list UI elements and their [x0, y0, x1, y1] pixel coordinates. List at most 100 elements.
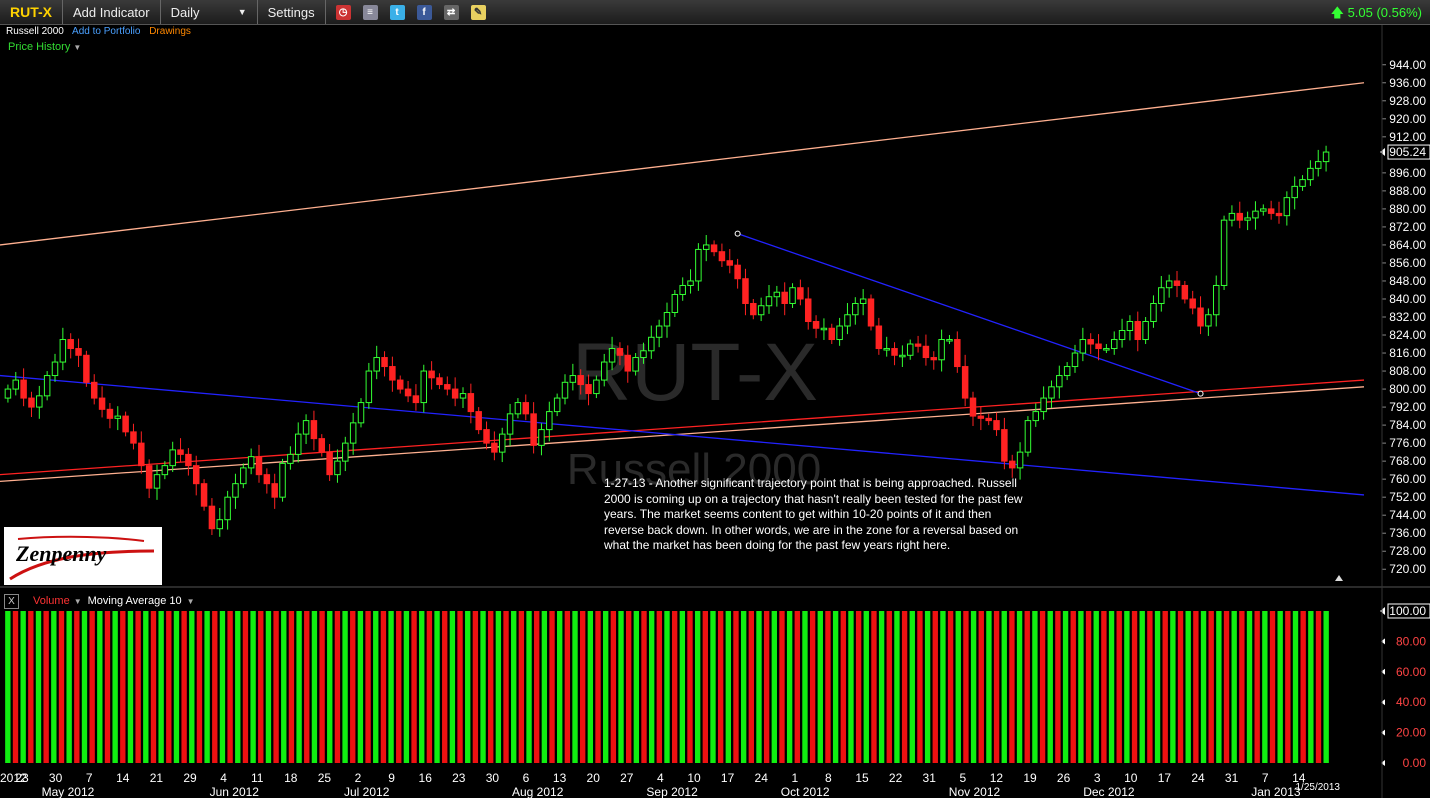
price-chart[interactable]: RUT-X Russell 2000 944.00936.00928.00920… [0, 0, 1430, 798]
date-tick-label: 10 [687, 771, 701, 785]
trendline-handle[interactable] [734, 230, 741, 237]
share-icon[interactable]: ⇄ [443, 4, 459, 20]
volume-bar [618, 611, 624, 763]
volume-axis: 100.00 80.00 60.00 40.00 20.00 0.00 [1380, 603, 1430, 770]
twitter-icon[interactable]: t [389, 4, 405, 20]
candle [444, 376, 451, 396]
volume-bar [342, 611, 348, 763]
volume-bar [5, 611, 11, 763]
alarm-clock-icon[interactable]: ◷ [335, 4, 351, 20]
date-tick-label: 11 [251, 771, 264, 785]
price-tick-label: 840.00 [1389, 292, 1426, 306]
volume-bar [143, 611, 149, 763]
price-tick-label: 728.00 [1389, 544, 1426, 558]
moving-average-label[interactable]: Moving Average 10 [88, 595, 182, 607]
candle [804, 287, 812, 330]
settings-button[interactable]: Settings [258, 0, 326, 24]
trendline-handle[interactable] [1197, 390, 1204, 397]
date-tick-label: 16 [419, 771, 433, 785]
volume-bar [1070, 611, 1076, 763]
month-label: Jun 2012 [210, 785, 260, 798]
candle [318, 434, 326, 457]
candle [1048, 380, 1055, 408]
candle [546, 401, 553, 442]
candle [51, 353, 59, 382]
candle [138, 431, 145, 474]
notes-icon[interactable]: ✎ [470, 4, 486, 20]
candle [1212, 275, 1220, 327]
candle [883, 336, 890, 357]
candle [538, 423, 545, 456]
candle [459, 387, 467, 408]
candle [695, 243, 702, 291]
volume-bar [1300, 611, 1306, 763]
candle [216, 507, 224, 537]
price-tick-label: 888.00 [1389, 184, 1426, 198]
date-tick-label: 13 [553, 771, 567, 785]
volume-bar [1308, 611, 1314, 763]
candle [310, 410, 318, 451]
candle [98, 386, 106, 418]
watchlist-icon[interactable]: ≡ [362, 4, 378, 20]
candle [90, 374, 98, 405]
candle [498, 427, 506, 463]
volume-bar [886, 611, 892, 763]
volume-bar [664, 611, 670, 763]
volume-bar [311, 611, 318, 763]
candle [750, 298, 757, 320]
volume-bar [901, 611, 908, 763]
date-tick-label: 15 [855, 771, 869, 785]
volume-bar [572, 611, 578, 763]
price-tick-label: 800.00 [1389, 382, 1426, 396]
price-tick-label: 744.00 [1389, 508, 1426, 522]
candle [342, 436, 349, 472]
add-indicator-button[interactable]: Add Indicator [63, 0, 161, 24]
chevron-down-icon: ▼ [237, 7, 247, 17]
volume-bar [871, 611, 877, 763]
date-tick-label: 8 [825, 771, 832, 785]
candle [514, 398, 522, 419]
candle [906, 339, 914, 360]
add-to-portfolio-link[interactable]: Add to Portfolio [72, 26, 140, 37]
price-history-menu[interactable]: Price History ▼ [8, 41, 81, 53]
interval-select[interactable]: Daily ▼ [161, 0, 258, 24]
volume-bar [212, 611, 218, 763]
volume-bar [457, 611, 463, 763]
candle [1307, 160, 1314, 186]
volume-bar [442, 611, 448, 763]
volume-bar [1262, 611, 1268, 763]
symbol-subbar: Russell 2000 Add to Portfolio Drawings [6, 26, 197, 37]
candle [294, 422, 302, 463]
candle [1001, 417, 1008, 470]
candle [200, 479, 208, 511]
volume-bar [465, 611, 471, 763]
candle [28, 391, 35, 417]
drawings-link[interactable]: Drawings [149, 26, 191, 37]
close-panel-icon[interactable]: X [4, 593, 19, 609]
symbol-field[interactable]: RUT-X [0, 0, 63, 24]
candle [1299, 175, 1306, 191]
candle [867, 294, 875, 331]
volume-bar [488, 611, 494, 763]
candle [1244, 211, 1251, 231]
price-tick-label: 856.00 [1389, 256, 1426, 270]
candle [742, 268, 749, 316]
candle [20, 368, 27, 407]
candle [381, 351, 388, 377]
volume-bar [1216, 611, 1222, 763]
volume-bar [1177, 611, 1184, 763]
volume-label[interactable]: Volume [33, 595, 70, 607]
volume-bar [763, 611, 770, 763]
price-tick-label: 768.00 [1389, 454, 1426, 468]
volume-bar [319, 611, 325, 763]
trendline-upper-salmon[interactable] [0, 82, 1365, 246]
candle [232, 473, 239, 509]
chevron-down-icon: ▼ [186, 596, 195, 606]
scroll-up-icon[interactable] [1335, 575, 1343, 581]
volume-bar [403, 611, 410, 763]
volume-bar [1032, 611, 1038, 763]
price-tick-label: 920.00 [1389, 112, 1426, 126]
candle [1142, 317, 1149, 345]
volume-bar [1039, 611, 1046, 763]
facebook-icon[interactable]: f [416, 4, 432, 20]
